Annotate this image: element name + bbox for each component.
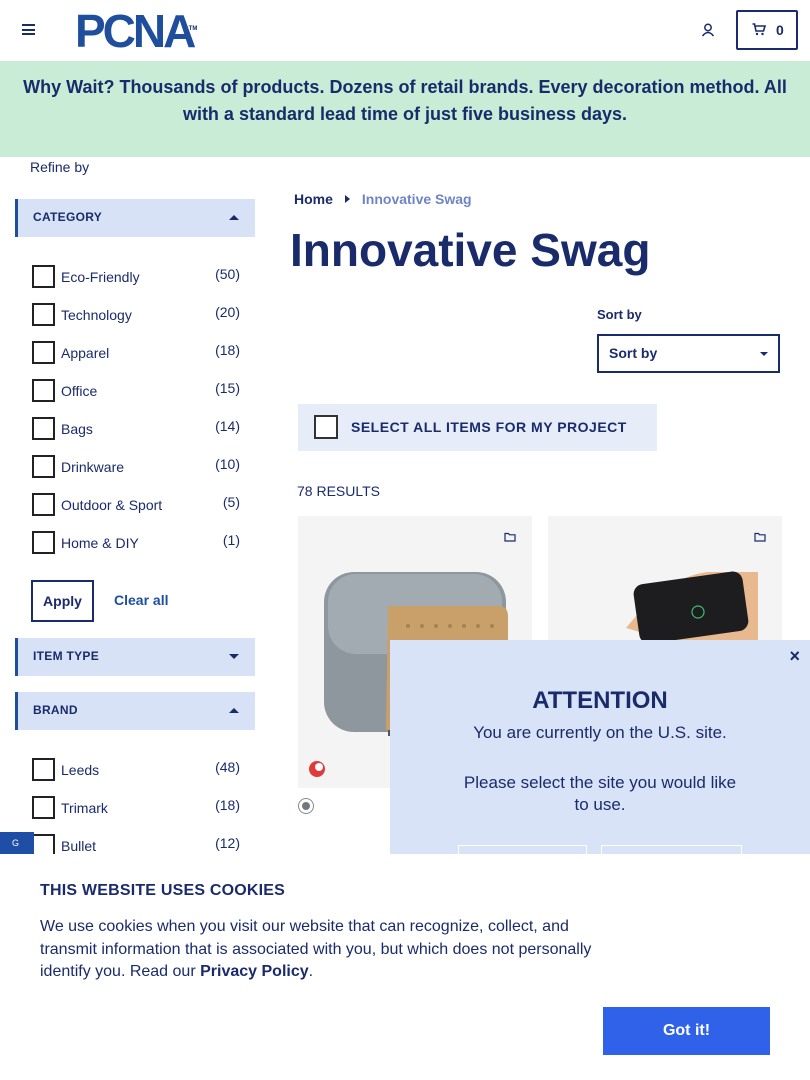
chevron-up-icon — [229, 215, 239, 220]
breadcrumb-current: Innovative Swag — [361, 191, 472, 207]
checkbox[interactable] — [32, 455, 55, 478]
filter-count: (14) — [215, 418, 240, 434]
filter-count: (10) — [215, 456, 240, 472]
cart-button[interactable]: 0 — [736, 10, 798, 50]
filter-outdoor-sport[interactable]: Outdoor & Sport (5) — [31, 493, 243, 523]
filter-label: Drinkware — [61, 459, 125, 475]
filter-count: (50) — [215, 266, 240, 282]
add-to-project-icon[interactable] — [504, 532, 516, 542]
checkbox[interactable] — [32, 493, 55, 516]
checkbox[interactable] — [32, 379, 55, 402]
checkbox[interactable] — [32, 417, 55, 440]
filter-label: Office — [61, 383, 98, 399]
filter-label: Home & DIY — [61, 535, 139, 551]
filter-label: Leeds — [61, 762, 100, 778]
filter-apparel[interactable]: Apparel (18) — [31, 341, 243, 371]
site-selection-popup: × ATTENTION You are currently on the U.S… — [390, 640, 810, 859]
category-accordion-header[interactable]: CATEGORY — [15, 199, 255, 237]
pcna-logo[interactable]: PCNA TM — [75, 8, 197, 54]
checkbox[interactable] — [32, 531, 55, 554]
refine-by-label: Refine by — [30, 159, 90, 175]
promo-banner: Why Wait? Thousands of products. Dozens … — [0, 61, 810, 157]
filter-label: Bags — [61, 421, 93, 437]
filter-label: Technology — [61, 307, 132, 323]
popup-title: ATTENTION — [532, 687, 668, 714]
hamburger-menu-icon[interactable] — [22, 24, 35, 35]
filter-count: (18) — [215, 797, 240, 813]
cookie-body: We use cookies when you visit our websit… — [40, 918, 592, 980]
filter-count: (12) — [215, 835, 240, 851]
category-heading: CATEGORY — [33, 210, 103, 224]
filter-label: Trimark — [61, 800, 108, 816]
filter-bags[interactable]: Bags (14) — [31, 417, 243, 447]
clear-all-link[interactable]: Clear all — [114, 592, 168, 608]
cookie-banner: THIS WEBSITE USES COOKIES We use cookies… — [0, 854, 810, 1080]
apply-button[interactable]: Apply — [31, 580, 94, 622]
select-all-checkbox[interactable] — [314, 415, 338, 439]
filter-label: Bullet — [61, 838, 97, 854]
checkbox[interactable] — [32, 303, 55, 326]
brand-accordion-header[interactable]: BRAND — [15, 692, 255, 730]
sort-label: Sort by — [597, 307, 642, 322]
filter-label: Eco-Friendly — [61, 269, 140, 285]
chevron-right-icon — [344, 195, 350, 203]
cookie-text: We use cookies when you visit our websit… — [40, 916, 610, 984]
cart-count: 0 — [776, 22, 784, 38]
cookie-title: THIS WEBSITE USES COOKIES — [40, 882, 286, 899]
page-title: Innovative Swag — [290, 224, 651, 276]
filter-home-diy[interactable]: Home & DIY (1) — [31, 531, 243, 561]
filter-label: Outdoor & Sport — [61, 497, 163, 513]
select-all-items[interactable]: SELECT ALL ITEMS FOR MY PROJECT — [298, 404, 657, 451]
filter-count: (18) — [215, 342, 240, 358]
got-it-button[interactable]: Got it! — [603, 1007, 770, 1055]
checkbox[interactable] — [32, 265, 55, 288]
add-to-project-icon[interactable] — [754, 532, 766, 542]
filter-leeds[interactable]: Leeds (48) — [31, 758, 243, 788]
filter-office[interactable]: Office (15) — [31, 379, 243, 409]
filter-count: (48) — [215, 759, 240, 775]
chevron-up-icon — [229, 708, 239, 713]
sort-select[interactable]: Sort by — [597, 334, 780, 373]
results-count: 78 RESULTS — [297, 483, 380, 499]
cookie-period: . — [308, 963, 314, 980]
item-type-heading: ITEM TYPE — [33, 649, 100, 663]
filter-count: (5) — [222, 494, 240, 510]
breadcrumb: Home Innovative Swag — [294, 191, 472, 207]
filter-trimark[interactable]: Trimark (18) — [31, 796, 243, 826]
feedback-tab-label: G — [12, 838, 20, 848]
checkbox[interactable] — [32, 341, 55, 364]
privacy-policy-link[interactable]: Privacy Policy — [200, 963, 309, 980]
chevron-down-icon — [229, 654, 239, 659]
checkbox[interactable] — [32, 758, 55, 781]
chevron-down-icon — [760, 352, 768, 356]
close-icon[interactable]: × — [789, 646, 800, 667]
checkbox[interactable] — [32, 796, 55, 819]
popup-line-2: Please select the site you would like to… — [463, 773, 737, 814]
filter-technology[interactable]: Technology (20) — [31, 303, 243, 333]
sort-value: Sort by — [609, 345, 658, 361]
popup-line-1: You are currently on the U.S. site. — [473, 723, 727, 742]
select-all-label: SELECT ALL ITEMS FOR MY PROJECT — [351, 419, 627, 435]
feedback-tab[interactable]: G — [0, 832, 34, 854]
item-type-accordion-header[interactable]: ITEM TYPE — [15, 638, 255, 676]
filter-count: (1) — [222, 532, 240, 548]
brand-heading: BRAND — [33, 703, 78, 717]
cart-icon — [752, 23, 766, 36]
filter-count: (20) — [215, 304, 240, 320]
site-header: PCNA TM 0 — [0, 0, 810, 61]
filter-eco-friendly[interactable]: Eco-Friendly (50) — [31, 265, 243, 295]
filter-drinkware[interactable]: Drinkware (10) — [31, 455, 243, 485]
color-swatch[interactable] — [298, 798, 314, 814]
filter-count: (15) — [215, 380, 240, 396]
breadcrumb-home-link[interactable]: Home — [294, 191, 333, 207]
account-icon[interactable] — [700, 22, 716, 38]
filter-label: Apparel — [61, 345, 110, 361]
